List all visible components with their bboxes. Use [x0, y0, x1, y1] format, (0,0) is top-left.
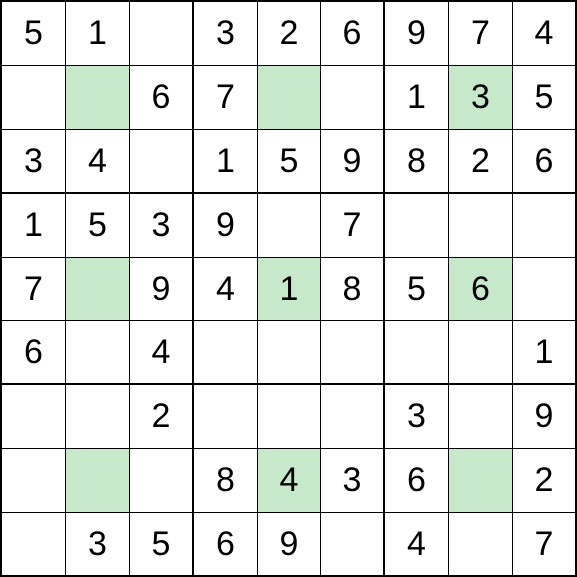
sudoku-cell-r8-c8[interactable]: 7	[513, 513, 577, 577]
sudoku-cell-r0-c2[interactable]	[130, 2, 194, 66]
sudoku-cell-r1-c4[interactable]	[258, 66, 321, 130]
sudoku-cell-r8-c1[interactable]: 3	[66, 513, 130, 577]
sudoku-cell-r7-c3[interactable]: 8	[194, 449, 258, 513]
sudoku-cell-r5-c2[interactable]: 4	[130, 321, 194, 385]
sudoku-cell-r8-c5[interactable]	[321, 513, 385, 577]
sudoku-cell-r0-c1[interactable]: 1	[66, 2, 130, 66]
sudoku-cell-r2-c7[interactable]: 2	[449, 130, 513, 194]
sudoku-cell-r2-c8[interactable]: 6	[513, 130, 577, 194]
sudoku-cell-r2-c4[interactable]: 5	[258, 130, 321, 194]
sudoku-cell-r6-c0[interactable]	[2, 385, 66, 449]
sudoku-cell-r1-c3[interactable]: 7	[194, 66, 258, 130]
sudoku-cell-r1-c8[interactable]: 5	[513, 66, 577, 130]
sudoku-cell-r8-c4[interactable]: 9	[258, 513, 321, 577]
sudoku-cell-r2-c2[interactable]	[130, 130, 194, 194]
sudoku-cell-r5-c7[interactable]	[449, 321, 513, 385]
sudoku-cell-r1-c0[interactable]	[2, 66, 66, 130]
sudoku-cell-r1-c5[interactable]	[321, 66, 385, 130]
sudoku-cell-r8-c6[interactable]: 4	[385, 513, 449, 577]
sudoku-cell-r0-c4[interactable]: 2	[258, 2, 321, 66]
sudoku-cell-r1-c1[interactable]	[66, 66, 130, 130]
sudoku-cell-r4-c4[interactable]: 1	[258, 258, 321, 321]
sudoku-cell-r6-c2[interactable]: 2	[130, 385, 194, 449]
sudoku-cell-r3-c2[interactable]: 3	[130, 194, 194, 258]
sudoku-cell-r0-c0[interactable]: 5	[2, 2, 66, 66]
sudoku-cell-r7-c6[interactable]: 6	[385, 449, 449, 513]
sudoku-cell-r3-c4[interactable]	[258, 194, 321, 258]
sudoku-cell-r6-c1[interactable]	[66, 385, 130, 449]
sudoku-cell-r7-c2[interactable]	[130, 449, 194, 513]
sudoku-cell-r2-c0[interactable]: 3	[2, 130, 66, 194]
sudoku-cell-r6-c8[interactable]: 9	[513, 385, 577, 449]
sudoku-cell-r4-c2[interactable]: 9	[130, 258, 194, 321]
sudoku-cell-r5-c4[interactable]	[258, 321, 321, 385]
sudoku-board: 5132697467135341598261539779418566412398…	[0, 0, 577, 577]
sudoku-cell-r8-c3[interactable]: 6	[194, 513, 258, 577]
sudoku-cell-r4-c0[interactable]: 7	[2, 258, 66, 321]
sudoku-cell-r0-c5[interactable]: 6	[321, 2, 385, 66]
sudoku-cell-r5-c0[interactable]: 6	[2, 321, 66, 385]
sudoku-cell-r3-c6[interactable]	[385, 194, 449, 258]
sudoku-cell-r8-c2[interactable]: 5	[130, 513, 194, 577]
sudoku-cell-r2-c5[interactable]: 9	[321, 130, 385, 194]
sudoku-cell-r4-c6[interactable]: 5	[385, 258, 449, 321]
sudoku-cell-r4-c3[interactable]: 4	[194, 258, 258, 321]
sudoku-cell-r8-c7[interactable]	[449, 513, 513, 577]
sudoku-cell-r6-c3[interactable]	[194, 385, 258, 449]
sudoku-cell-r5-c6[interactable]	[385, 321, 449, 385]
sudoku-cell-r4-c1[interactable]	[66, 258, 130, 321]
sudoku-cell-r0-c3[interactable]: 3	[194, 2, 258, 66]
sudoku-cell-r7-c1[interactable]	[66, 449, 130, 513]
sudoku-cell-r7-c5[interactable]: 3	[321, 449, 385, 513]
sudoku-cell-r6-c5[interactable]	[321, 385, 385, 449]
sudoku-cell-r2-c3[interactable]: 1	[194, 130, 258, 194]
sudoku-cell-r3-c7[interactable]	[449, 194, 513, 258]
sudoku-cell-r1-c2[interactable]: 6	[130, 66, 194, 130]
sudoku-cell-r5-c1[interactable]	[66, 321, 130, 385]
sudoku-cell-r8-c0[interactable]	[2, 513, 66, 577]
sudoku-cell-r7-c8[interactable]: 2	[513, 449, 577, 513]
sudoku-cell-r1-c7[interactable]: 3	[449, 66, 513, 130]
sudoku-cell-r7-c0[interactable]	[2, 449, 66, 513]
sudoku-cell-r4-c7[interactable]: 6	[449, 258, 513, 321]
sudoku-cell-r2-c1[interactable]: 4	[66, 130, 130, 194]
sudoku-cell-r4-c8[interactable]	[513, 258, 577, 321]
sudoku-cell-r3-c3[interactable]: 9	[194, 194, 258, 258]
sudoku-cell-r3-c5[interactable]: 7	[321, 194, 385, 258]
sudoku-cell-r2-c6[interactable]: 8	[385, 130, 449, 194]
sudoku-cell-r6-c4[interactable]	[258, 385, 321, 449]
sudoku-cell-r6-c6[interactable]: 3	[385, 385, 449, 449]
sudoku-cell-r7-c4[interactable]: 4	[258, 449, 321, 513]
sudoku-cell-r5-c8[interactable]: 1	[513, 321, 577, 385]
sudoku-cell-r3-c0[interactable]: 1	[2, 194, 66, 258]
sudoku-cell-r3-c1[interactable]: 5	[66, 194, 130, 258]
sudoku-cell-r1-c6[interactable]: 1	[385, 66, 449, 130]
sudoku-cell-r6-c7[interactable]	[449, 385, 513, 449]
sudoku-cell-r3-c8[interactable]	[513, 194, 577, 258]
sudoku-cell-r5-c5[interactable]	[321, 321, 385, 385]
sudoku-cell-r7-c7[interactable]	[449, 449, 513, 513]
sudoku-cell-r0-c7[interactable]: 7	[449, 2, 513, 66]
sudoku-cell-r4-c5[interactable]: 8	[321, 258, 385, 321]
sudoku-cell-r0-c8[interactable]: 4	[513, 2, 577, 66]
sudoku-cell-r0-c6[interactable]: 9	[385, 2, 449, 66]
sudoku-cell-r5-c3[interactable]	[194, 321, 258, 385]
